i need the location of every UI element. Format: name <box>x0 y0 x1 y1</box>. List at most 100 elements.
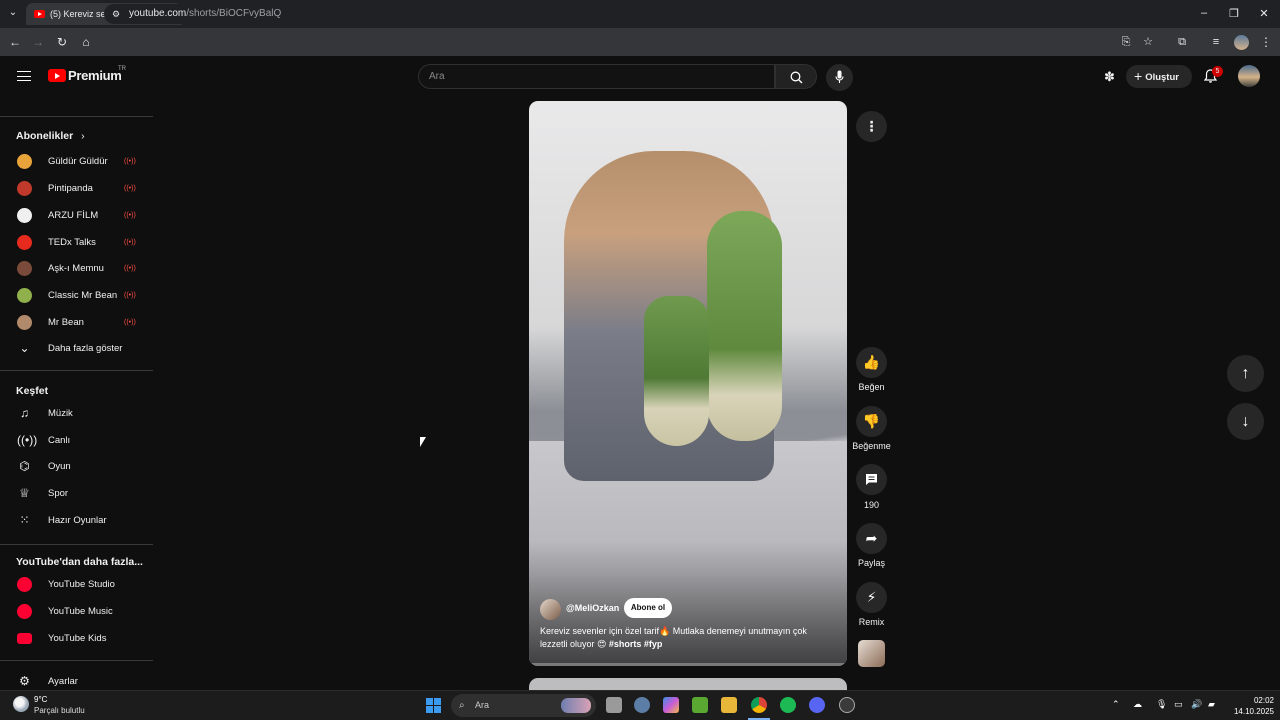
back-icon[interactable]: ← <box>7 34 23 50</box>
show-more-button[interactable]: ⌄ Daha fazla göster <box>0 336 153 362</box>
url-field[interactable]: ⚙ youtube.com/shorts/BiOCFvyBalQ <box>104 4 1164 24</box>
battery-icon[interactable]: ▰ <box>1208 699 1215 710</box>
system-clock[interactable]: 02:02 14.10.2025 <box>1226 695 1274 717</box>
reload-icon[interactable]: ↻ <box>54 34 70 50</box>
sidebar-item-subscription[interactable]: TEDx Talks ((•)) <box>0 230 153 256</box>
minimize-icon[interactable]: – <box>1196 7 1212 19</box>
sound-thumbnail[interactable] <box>858 640 885 667</box>
sidebar-item-live[interactable]: ((•)) Canlı <box>0 428 153 454</box>
site-info-icon[interactable]: ⚙ <box>112 4 120 24</box>
like-button[interactable]: 👍 <box>856 347 887 378</box>
more-options-button[interactable]: ⋮ <box>856 111 887 142</box>
channel-avatar[interactable] <box>540 599 561 620</box>
weather-cloud-icon[interactable] <box>13 696 29 712</box>
create-button[interactable]: + Oluştur <box>1126 65 1192 88</box>
sidebar-item-sports[interactable]: ♕ Spor <box>0 481 153 507</box>
network-icon[interactable]: ▭ <box>1174 699 1183 710</box>
sidebar-item-gaming[interactable]: ⌬ Oyun <box>0 454 153 480</box>
voice-search-button[interactable] <box>826 64 853 91</box>
short-video-player[interactable]: @MeliOzkan Abone ol Kereviz sevenler içi… <box>529 101 847 666</box>
sidebar-item-label: Hazır Oyunlar <box>48 515 107 526</box>
file-explorer-icon[interactable] <box>721 697 737 713</box>
extensions-icon[interactable]: ⧉ <box>1174 34 1190 50</box>
install-app-icon[interactable]: ⎘ <box>1118 34 1134 50</box>
chevron-down-icon: ⌄ <box>19 341 30 355</box>
previous-short-arrow-up-icon[interactable]: ↑ <box>1227 355 1264 392</box>
windows-start-icon[interactable] <box>426 698 441 713</box>
sidebar-item-label: TEDx Talks <box>48 237 96 248</box>
video-progress-bar[interactable] <box>529 663 847 666</box>
sidebar-item-subscription[interactable]: Mr Bean ((•)) <box>0 310 153 336</box>
dislike-button[interactable]: 👎 <box>856 406 887 437</box>
notification-badge: 5 <box>1212 66 1223 77</box>
bookmark-star-icon[interactable]: ☆ <box>1140 34 1156 50</box>
comments-button[interactable] <box>856 464 887 495</box>
media-control-icon[interactable]: ≡ <box>1208 34 1224 50</box>
logo-text[interactable]: Premium <box>68 68 122 83</box>
youtube-header: Premium TR Ara ✽ + Oluştur 5 <box>0 56 1280 96</box>
sidebar-item-youtube-studio[interactable]: YouTube Studio <box>0 572 153 598</box>
profile-avatar[interactable] <box>1234 35 1249 50</box>
minecraft-icon[interactable] <box>692 697 708 713</box>
sidebar-item-subscription[interactable]: Classic Mr Bean ((•)) <box>0 283 153 309</box>
sidebar-item-youtube-music[interactable]: YouTube Music <box>0 599 153 625</box>
search-input[interactable]: Ara <box>418 64 775 89</box>
subscribe-button[interactable]: Abone ol <box>624 598 672 618</box>
tray-overflow-chevron-icon[interactable]: ⌃ <box>1112 699 1120 710</box>
sparkle-icon[interactable]: ✽ <box>1104 69 1115 85</box>
steam-icon[interactable] <box>839 697 855 713</box>
copilot-icon[interactable] <box>663 697 679 713</box>
task-view-icon[interactable] <box>606 697 622 713</box>
live-indicator-icon: ((•)) <box>124 292 136 299</box>
sidebar-item-label: ARZU FİLM <box>48 210 99 221</box>
chrome-icon[interactable] <box>751 697 767 713</box>
weather-description[interactable]: Parçalı bulutlu <box>34 706 85 715</box>
channel-avatar <box>17 288 32 303</box>
home-icon[interactable]: ⌂ <box>78 34 94 50</box>
remix-button[interactable]: ⚡ <box>856 582 887 613</box>
comment-icon <box>866 474 877 485</box>
subscriptions-title[interactable]: Abonelikler › <box>16 130 85 142</box>
volume-icon[interactable]: 🔊 <box>1191 699 1202 710</box>
share-button[interactable]: ➦ <box>856 523 887 554</box>
channel-handle[interactable]: @MeliOzkan <box>566 603 619 613</box>
taskbar-search[interactable]: ⌕ Ara <box>451 694 596 717</box>
next-short-preview[interactable] <box>529 678 847 690</box>
youtube-logo-icon[interactable] <box>48 69 66 82</box>
caption-hashtags[interactable]: #shorts #fyp <box>609 639 663 649</box>
spotify-icon[interactable] <box>780 697 796 713</box>
sidebar-item-subscription[interactable]: Pintipanda ((•)) <box>0 176 153 202</box>
trophy-icon: ♕ <box>19 486 30 500</box>
account-avatar[interactable] <box>1238 65 1260 87</box>
search-icon <box>790 71 803 84</box>
search-button[interactable] <box>775 64 817 89</box>
video-caption[interactable]: Kereviz sevenler için özel tarif🔥 Mutlak… <box>540 625 835 651</box>
forward-icon[interactable]: → <box>30 34 46 50</box>
sidebar-item-subscription[interactable]: ARZU FİLM ((•)) <box>0 203 153 229</box>
discord-icon[interactable] <box>809 697 825 713</box>
settings-app-icon[interactable] <box>634 697 650 713</box>
next-short-arrow-down-icon[interactable]: ↓ <box>1227 403 1264 440</box>
browser-menu-icon[interactable]: ⋮ <box>1258 34 1274 50</box>
taskbar-search-label: Ara <box>475 700 490 710</box>
sidebar-item-youtube-kids[interactable]: YouTube Kids <box>0 626 153 652</box>
country-code: TR <box>118 66 126 72</box>
sidebar-item-settings[interactable]: ⚙ Ayarlar <box>0 669 153 690</box>
onedrive-cloud-icon[interactable]: ☁ <box>1133 699 1142 710</box>
sidebar: Abonelikler › Güldür Güldür ((•)) Pintip… <box>0 88 153 690</box>
sidebar-item-music[interactable]: ♫ Müzik <box>0 401 153 427</box>
sidebar-item-subscription[interactable]: Aşk-ı Memnu ((•)) <box>0 256 153 282</box>
menu-icon[interactable] <box>17 71 31 81</box>
sidebar-item-playables[interactable]: ⁙ Hazır Oyunlar <box>0 508 153 534</box>
comments-count: 190 <box>863 500 880 510</box>
channel-avatar <box>17 181 32 196</box>
weather-temperature[interactable]: 9°C <box>34 695 47 704</box>
close-window-icon[interactable]: ✕ <box>1256 7 1272 20</box>
channel-avatar <box>17 315 32 330</box>
create-label: Oluştur <box>1145 72 1179 83</box>
sidebar-item-label: Spor <box>48 488 69 499</box>
sidebar-item-subscription[interactable]: Güldür Güldür ((•)) <box>0 149 153 175</box>
restore-icon[interactable]: ❐ <box>1226 7 1242 20</box>
tab-list-chevron-icon[interactable]: ⌄ <box>6 7 20 18</box>
microphone-tray-icon[interactable]: 🎙 <box>1156 699 1167 710</box>
